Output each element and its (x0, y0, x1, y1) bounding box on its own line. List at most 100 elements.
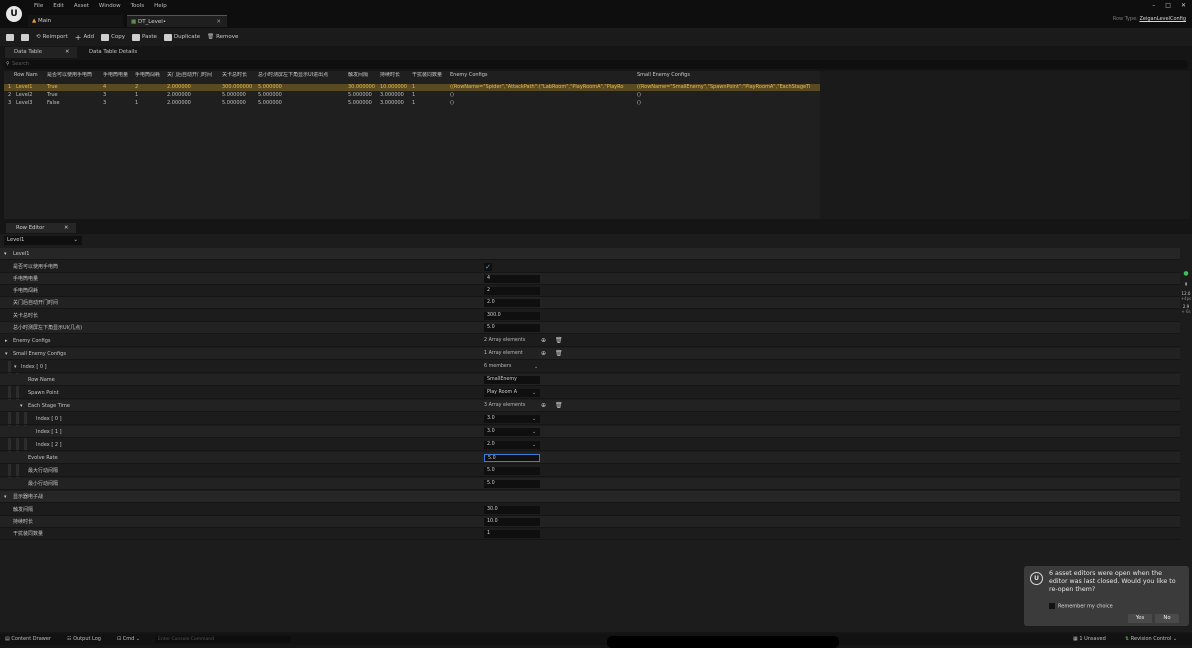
number-field[interactable]: 5.0 (484, 480, 540, 488)
expand-arrow-icon[interactable]: ▸ (5, 335, 8, 347)
unreal-logo-icon[interactable]: U (6, 6, 22, 22)
property-label: Index [ 0 ] (21, 364, 47, 370)
flashlight-checkbox[interactable]: ✓ (484, 263, 492, 271)
number-field[interactable]: 5.0 (484, 467, 540, 475)
close-tab-icon[interactable]: ✕ (65, 47, 69, 58)
tab-main[interactable]: ▲ Main (28, 15, 123, 27)
cmd-dropdown[interactable]: ⊡ Cmd ⌄ (117, 634, 140, 645)
browse-button[interactable] (21, 33, 29, 41)
property-row-enemy-configs: ▸ Enemy Configs 2 Array elements ⊕ 🗑 (0, 335, 1180, 347)
property-row-index0: ▾ Index [ 0 ] 6 members ⌄ (0, 361, 1180, 373)
col-header[interactable]: Enemy Configs (450, 72, 550, 79)
trash-icon[interactable]: 🗑 (555, 348, 563, 360)
col-header[interactable]: 触发间隔 (348, 72, 380, 79)
menu-edit[interactable]: Edit (53, 3, 64, 9)
number-field[interactable]: 1 (484, 530, 540, 538)
table-row[interactable]: 1 Level1 True 4 2 2.000000 300.000000 5.… (4, 84, 820, 91)
search-input[interactable]: ⚲ Search (4, 60, 1188, 69)
row-selector-dropdown[interactable]: Level1 ⌄ (4, 236, 82, 245)
collapse-arrow-icon[interactable]: ▾ (20, 400, 23, 412)
maximize-button[interactable]: □ (1165, 2, 1171, 9)
number-field[interactable]: 30.0 (484, 506, 540, 514)
close-tab-icon[interactable]: ✕ (64, 223, 68, 233)
output-log-button[interactable]: ☷ Output Log (67, 634, 101, 645)
duplicate-button[interactable]: Duplicate (163, 33, 200, 41)
trash-icon[interactable]: 🗑 (555, 400, 563, 412)
property-label: 最小行动间隔 (28, 481, 59, 487)
reimport-button[interactable]: ⟲ Reimport (36, 34, 68, 40)
array-element-row: Index [ 2 ] 2.0 ⌄ (0, 439, 1180, 451)
cell: 2.000000 (167, 100, 191, 106)
remember-choice-checkbox[interactable]: Remember my choice (1049, 603, 1113, 610)
text-field[interactable]: SmallEnemy (484, 376, 540, 384)
paste-button[interactable]: Paste (132, 33, 157, 41)
col-header[interactable]: 是否可以使用手电筒 (47, 72, 103, 79)
tab-row-editor[interactable]: Row Editor ✕ (6, 223, 76, 233)
number-field[interactable]: 5.0 (484, 324, 540, 332)
close-window-button[interactable]: ✕ (1181, 2, 1186, 9)
col-header[interactable]: 关门后自动开门时间 (167, 72, 222, 79)
table-row[interactable]: 2 Level2 True 3 1 2.000000 5.000000 5.00… (4, 92, 820, 99)
tab-dt-level[interactable]: ▦ DT_Level• ✕ (127, 15, 227, 27)
toolbar: ⟲ Reimport + Add Copy Paste Duplicate 🗑 Rem… (0, 28, 1192, 46)
category-header[interactable]: ▾ Level1 (0, 248, 1180, 260)
number-field[interactable]: 2 (484, 287, 540, 295)
console-command-input[interactable]: Enter Console Command (155, 636, 291, 643)
col-header[interactable]: 持续时长 (380, 72, 412, 79)
add-row-button[interactable]: + Add (75, 33, 94, 42)
collapse-arrow-icon[interactable]: ▾ (5, 348, 8, 360)
menu-window[interactable]: Window (99, 3, 121, 9)
remove-button[interactable]: 🗑 Remove (207, 34, 238, 40)
col-header[interactable]: 手电筒电量 (103, 72, 135, 79)
add-element-icon[interactable]: ⊕ (541, 335, 546, 347)
window-controls: – □ ✕ (1152, 2, 1186, 9)
number-field[interactable]: 300.0 (484, 312, 540, 320)
menu-tools[interactable]: Tools (131, 3, 145, 9)
number-field[interactable]: 10.0 (484, 518, 540, 526)
tab-data-table[interactable]: Data Table ✕ (5, 47, 77, 58)
property-row: 总小时测屏左下角显示UI(几点) 5.0 (0, 322, 1180, 334)
chevron-down-icon[interactable]: ⌄ (532, 439, 536, 451)
col-header[interactable]: Small Enemy Configs (637, 72, 737, 79)
col-header[interactable]: 干扰装同数量 (412, 72, 450, 79)
menu-file[interactable]: File (34, 3, 43, 9)
copy-button[interactable]: Copy (101, 33, 125, 41)
unsaved-button[interactable]: ▦ 1 Unsaved (1073, 634, 1106, 645)
col-header[interactable]: Row Nam (14, 72, 47, 79)
save-button[interactable] (6, 33, 14, 41)
stat-text: +4ps (1180, 296, 1192, 301)
add-element-icon[interactable]: ⊕ (541, 400, 546, 412)
status-dot-icon: ● (1183, 270, 1189, 277)
number-field[interactable]: 2.0 (484, 299, 540, 307)
trash-icon[interactable]: 🗑 (555, 335, 563, 347)
add-element-icon[interactable]: ⊕ (541, 348, 546, 360)
table-row[interactable]: 3 Level3 False 3 1 2.000000 5.000000 5.0… (4, 100, 820, 107)
menu-asset[interactable]: Asset (74, 3, 89, 9)
col-header[interactable]: 总小时测屏左下角显示UI进出点 (258, 72, 348, 79)
row-index: 3 (8, 100, 12, 106)
chevron-down-icon[interactable]: ⌄ (534, 361, 538, 373)
menu-help[interactable]: Help (154, 3, 167, 9)
property-label: 最大行动间隔 (28, 468, 59, 474)
yes-button[interactable]: Yes (1128, 614, 1152, 623)
revision-control-button[interactable]: ⇅ Revision Control ⌄ (1125, 634, 1177, 645)
no-button[interactable]: No (1155, 614, 1179, 623)
evolve-rate-field[interactable]: 5.0 (484, 454, 540, 462)
col-header[interactable]: 关卡总时长 (222, 72, 258, 79)
chevron-down-icon[interactable]: ⌄ (532, 387, 536, 399)
chevron-down-icon[interactable]: ⌄ (532, 413, 536, 425)
mic-icon[interactable]: ▮ (1180, 281, 1192, 286)
tab-data-table-details[interactable]: Data Table Details (80, 47, 160, 58)
property-label: 干扰装同数量 (13, 531, 44, 537)
category-header[interactable]: ▾ 显示器电子战 (0, 491, 1180, 503)
close-tab-icon[interactable]: ✕ (216, 16, 221, 28)
row-type-link[interactable]: ZeiganLevelConfig (1139, 16, 1186, 22)
content-drawer-button[interactable]: ▤ Content Drawer (5, 634, 51, 645)
paste-label: Paste (142, 34, 157, 40)
collapse-arrow-icon[interactable]: ▾ (14, 361, 17, 373)
col-header[interactable]: 手电筒闯耗 (135, 72, 167, 79)
number-field[interactable]: 4 (484, 275, 540, 283)
minimize-button[interactable]: – (1152, 2, 1155, 9)
property-row: 持续时长 10.0 (0, 516, 1180, 528)
chevron-down-icon[interactable]: ⌄ (532, 426, 536, 438)
